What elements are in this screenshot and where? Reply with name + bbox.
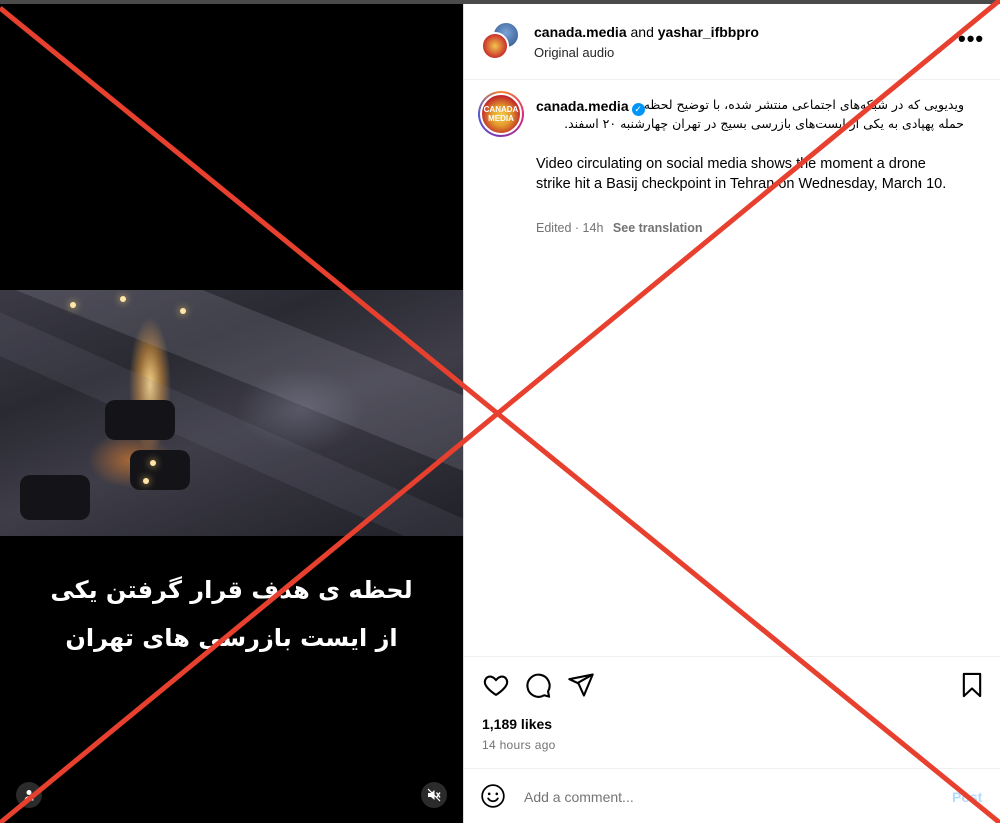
author-link-1[interactable]: canada.media	[534, 24, 627, 40]
like-count[interactable]: 1,189 likes	[482, 716, 552, 732]
caption-english: Video circulating on social media shows …	[536, 156, 947, 192]
speaker-muted-icon[interactable]	[421, 782, 447, 808]
video-caption-line2: از ایست بازرسی های تهران	[65, 624, 398, 652]
avatar-logo-text: CANADA MEDIA	[480, 93, 522, 135]
share-icon[interactable]	[567, 671, 595, 699]
caption-farsi-line1: ویدیویی که در شبکه‌های اجتماعی منتشر شده…	[643, 97, 964, 112]
person-icon[interactable]	[16, 782, 42, 808]
author-link-2[interactable]: yashar_ifbbpro	[658, 24, 759, 40]
post-time: 14 hours ago	[482, 738, 556, 752]
post-comment-button[interactable]: Post	[952, 789, 982, 805]
caption-farsi-line2: حمله پهپادی به یکی از ایست‌های بازرسی بس…	[564, 116, 964, 131]
caption-avatar[interactable]: CANADA MEDIA	[478, 91, 524, 137]
comment-bar: Post	[464, 768, 1000, 823]
video-player[interactable]: لحظه ی هدف قرار گرفتن یکی از ایست بازرسی…	[0, 4, 463, 823]
edited-timestamp: Edited · 14h	[536, 221, 604, 235]
post-details-panel: canada.media and yashar_ifbbpro Original…	[463, 4, 1000, 823]
video-frame	[0, 290, 463, 536]
authors-connector: and	[630, 24, 654, 40]
comment-icon[interactable]	[524, 671, 552, 699]
collab-avatars[interactable]	[481, 21, 521, 61]
post-authors: canada.media and yashar_ifbbpro	[534, 24, 759, 40]
more-options-icon[interactable]: •••	[958, 26, 984, 52]
avatar	[481, 32, 509, 60]
emoji-icon[interactable]	[480, 783, 506, 809]
see-translation-button[interactable]: See translation	[613, 221, 703, 235]
heart-icon[interactable]	[482, 671, 510, 699]
audio-link[interactable]: Original audio	[534, 45, 614, 60]
bookmark-icon[interactable]	[958, 671, 986, 699]
comment-input[interactable]	[524, 789, 904, 805]
video-caption-line1: لحظه ی هدف قرار گرفتن یکی	[50, 576, 413, 604]
caption-meta: Edited · 14h See translation	[536, 221, 703, 235]
post-actions: 1,189 likes 14 hours ago	[464, 656, 1000, 768]
post-header: canada.media and yashar_ifbbpro Original…	[464, 4, 1000, 80]
